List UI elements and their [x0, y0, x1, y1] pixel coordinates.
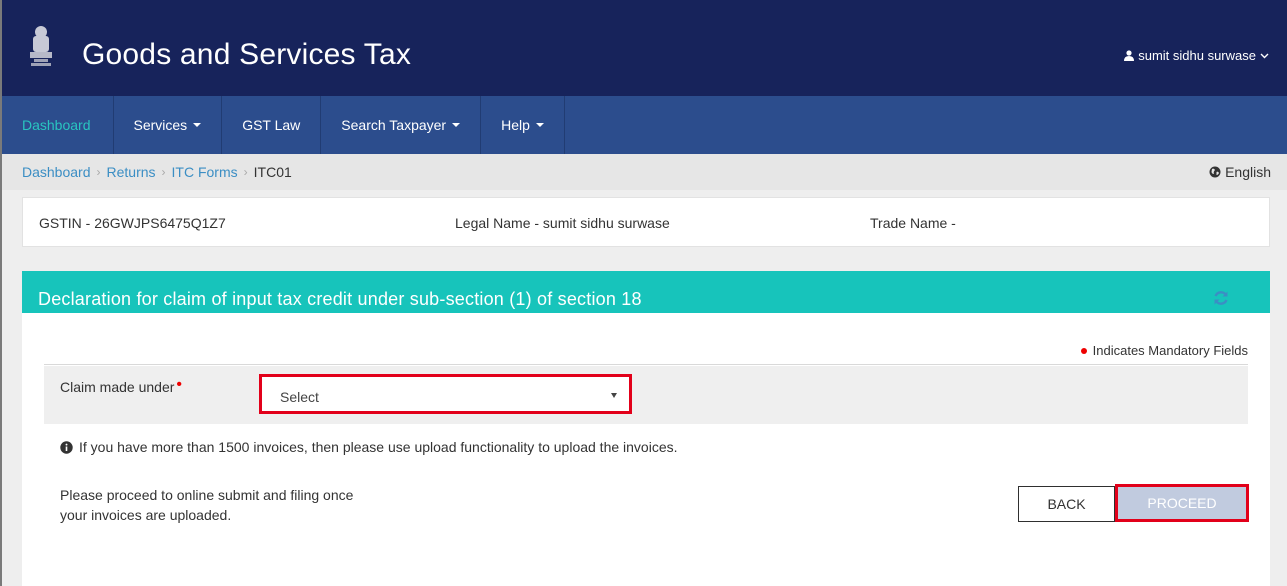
back-button[interactable]: BACK	[1018, 486, 1115, 522]
taxpayer-info-bar: GSTIN - 26GWJPS6475Q1Z7 Legal Name - sum…	[22, 197, 1270, 247]
nav-dashboard[interactable]: Dashboard	[2, 96, 114, 154]
upload-note: If you have more than 1500 invoices, the…	[60, 439, 678, 455]
user-name: sumit sidhu surwase	[1138, 48, 1256, 63]
main-nav: Dashboard Services GST Law Search Taxpay…	[2, 96, 1287, 154]
required-dot-icon	[1080, 347, 1087, 354]
legal-name-text: Legal Name - sumit sidhu surwase	[455, 215, 670, 231]
nav-search-taxpayer[interactable]: Search Taxpayer	[321, 96, 482, 154]
mandatory-note-text: Indicates Mandatory Fields	[1092, 343, 1248, 358]
trade-name-text: Trade Name -	[870, 215, 956, 231]
globe-icon	[1209, 166, 1221, 178]
upload-note-text: If you have more than 1500 invoices, the…	[79, 439, 678, 455]
mandatory-note: Indicates Mandatory Fields	[1080, 343, 1248, 358]
chevron-down-icon	[1260, 53, 1269, 58]
breadcrumb-current: ITC01	[253, 164, 292, 180]
claim-select-value: Select	[280, 389, 319, 405]
nav-services[interactable]: Services	[114, 96, 223, 154]
language-label: English	[1225, 164, 1271, 180]
info-icon	[60, 440, 73, 454]
panel-header: Declaration for claim of input tax credi…	[22, 271, 1270, 313]
panel-title: Declaration for claim of input tax credi…	[38, 289, 642, 309]
claim-row: Claim made under • Select	[44, 366, 1248, 424]
breadcrumb-bar: Dashboard › Returns › ITC Forms › ITC01 …	[2, 154, 1287, 190]
breadcrumb-separator-icon: ›	[161, 165, 166, 179]
site-title: Goods and Services Tax	[82, 38, 412, 71]
claim-label: Claim made under •	[60, 376, 182, 395]
breadcrumb-separator-icon: ›	[96, 165, 101, 179]
user-menu[interactable]: sumit sidhu surwase	[1124, 48, 1269, 63]
help-text: Please proceed to online submit and fili…	[60, 487, 354, 523]
proceed-button[interactable]: PROCEED	[1115, 484, 1249, 522]
breadcrumb: Dashboard › Returns › ITC Forms › ITC01	[22, 164, 292, 180]
breadcrumb-separator-icon: ›	[243, 165, 248, 179]
caret-down-icon	[452, 123, 461, 127]
app-frame: Goods and Services Tax sumit sidhu surwa…	[0, 0, 1287, 586]
national-emblem-icon	[30, 26, 52, 66]
divider	[44, 364, 1248, 365]
site-header: Goods and Services Tax sumit sidhu surwa…	[2, 0, 1287, 96]
caret-down-icon	[193, 123, 202, 127]
claim-made-under-select[interactable]: Select	[259, 374, 632, 414]
refresh-icon[interactable]	[1212, 289, 1230, 307]
breadcrumb-dashboard[interactable]: Dashboard	[22, 164, 91, 180]
caret-down-icon	[535, 123, 544, 127]
required-indicator-icon: •	[176, 376, 182, 393]
breadcrumb-itc-forms[interactable]: ITC Forms	[172, 164, 238, 180]
nav-help[interactable]: Help	[481, 96, 565, 154]
user-icon	[1124, 50, 1135, 61]
breadcrumb-returns[interactable]: Returns	[107, 164, 156, 180]
select-arrow-icon	[611, 393, 617, 398]
nav-gst-law[interactable]: GST Law	[222, 96, 322, 154]
language-selector[interactable]: English	[1209, 164, 1271, 180]
gstin-text: GSTIN - 26GWJPS6475Q1Z7	[39, 215, 226, 231]
declaration-panel: Declaration for claim of input tax credi…	[22, 271, 1270, 586]
